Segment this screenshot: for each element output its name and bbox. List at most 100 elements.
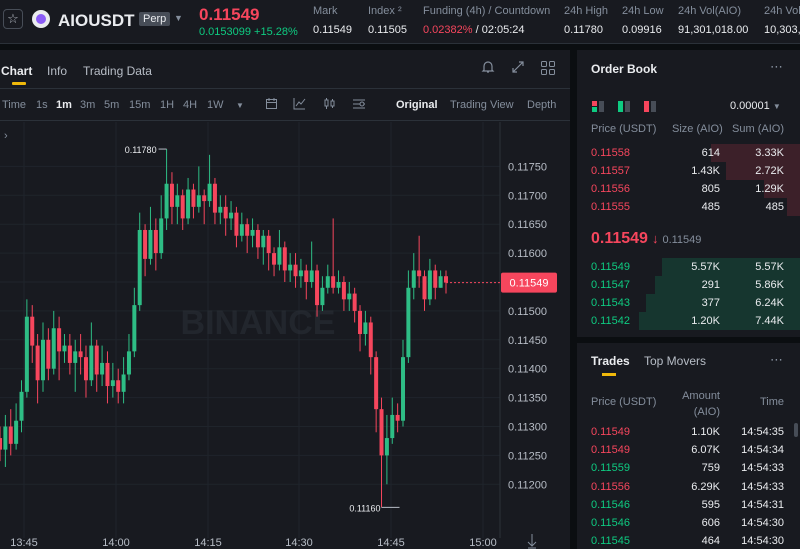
- timeframe-4h[interactable]: 4H: [183, 99, 197, 111]
- ask-row[interactable]: 0.11558 614 3.33K: [577, 144, 800, 162]
- layout-grid-icon[interactable]: [540, 60, 556, 76]
- timeframe-3m[interactable]: 3m: [80, 99, 95, 111]
- expand-icon[interactable]: [510, 60, 526, 76]
- candle-body: [164, 183, 169, 219]
- candle-body: [24, 316, 29, 392]
- candle-body: [218, 206, 223, 213]
- trade-time: 14:54:30: [741, 535, 784, 548]
- tab-trades[interactable]: Trades: [591, 354, 630, 376]
- trade-row: 0.11549 1.10K 14:54:35: [577, 423, 800, 441]
- candle-body: [148, 229, 153, 259]
- stat-label: Index ²: [368, 5, 402, 17]
- y-tick-label: 0.11250: [508, 450, 547, 462]
- precision-select[interactable]: 0.00001 ▼: [730, 100, 781, 112]
- collapse-left-chevron-icon[interactable]: ›: [4, 130, 8, 142]
- bid-row[interactable]: 0.11542 1.20K 7.44K: [577, 312, 800, 330]
- book-view-asks-icon[interactable]: [644, 101, 656, 112]
- candle-body: [315, 270, 320, 306]
- star-icon[interactable]: ☆: [3, 9, 23, 29]
- candle-body: [137, 229, 142, 306]
- candle-body: [438, 276, 443, 288]
- timeframe-more-chevron-icon[interactable]: ▼: [236, 101, 244, 110]
- order-book-title: Order Book: [591, 62, 658, 76]
- y-tick-label: 0.11600: [508, 248, 547, 260]
- chevron-down-icon[interactable]: ▼: [174, 13, 183, 23]
- candle-body: [234, 212, 239, 236]
- candle-body: [94, 345, 99, 375]
- candle-body: [223, 206, 228, 219]
- candle-body: [62, 345, 67, 352]
- bell-icon[interactable]: [480, 60, 496, 76]
- ask-price: 0.11555: [591, 201, 630, 213]
- candle-body: [390, 414, 395, 439]
- low-marker-label: 0.11160: [349, 503, 380, 513]
- indicator-line-icon[interactable]: [292, 97, 307, 112]
- ticker-bar: ☆ AIOUSDT Perp ▼ 0.11549 0.0153099 +15.2…: [0, 0, 800, 44]
- candle-body: [325, 276, 330, 288]
- candle-body: [417, 270, 422, 277]
- book-view-both-icon[interactable]: [592, 101, 604, 112]
- candle-body: [341, 282, 346, 300]
- candle-style-icon[interactable]: [322, 97, 337, 112]
- bid-row[interactable]: 0.11549 5.57K 5.57K: [577, 258, 800, 276]
- trades-scrollbar[interactable]: [794, 423, 798, 437]
- timeframe-1s[interactable]: 1s: [36, 99, 48, 111]
- trade-row: 0.11559 759 14:54:33: [577, 459, 800, 477]
- chart-settings-icon[interactable]: [351, 97, 366, 112]
- ask-row[interactable]: 0.11556 805 1.29K: [577, 180, 800, 198]
- ask-row[interactable]: 0.11555 485 485: [577, 198, 800, 216]
- y-tick-label: 0.11200: [508, 479, 547, 491]
- candle-body: [444, 276, 448, 283]
- view-depth[interactable]: Depth: [527, 99, 556, 111]
- more-options-icon[interactable]: ⋯: [770, 352, 784, 368]
- tab-info[interactable]: Info: [47, 64, 67, 78]
- stat-value: 10,303,: [764, 24, 800, 36]
- candle-body: [105, 362, 110, 387]
- tab-trading-data[interactable]: Trading Data: [83, 64, 152, 78]
- bid-row[interactable]: 0.11547 291 5.86K: [577, 276, 800, 294]
- calendar-icon[interactable]: [264, 97, 279, 112]
- stat-value: 0.09916: [622, 24, 662, 36]
- bid-size: 5.57K: [691, 261, 720, 273]
- tab-top-movers[interactable]: Top Movers: [644, 354, 706, 368]
- ask-row[interactable]: 0.11557 1.43K 2.72K: [577, 162, 800, 180]
- stat-label: 24h Low: [622, 5, 664, 17]
- timeframe-5m[interactable]: 5m: [104, 99, 119, 111]
- more-options-icon[interactable]: ⋯: [770, 59, 784, 75]
- bid-row[interactable]: 0.11543 377 6.24K: [577, 294, 800, 312]
- candle-body: [433, 270, 438, 288]
- scroll-to-latest-icon[interactable]: [527, 534, 537, 549]
- tab-chart[interactable]: Chart: [1, 64, 32, 85]
- x-tick-label: 14:30: [285, 537, 313, 549]
- book-view-bids-icon[interactable]: [618, 101, 630, 112]
- y-tick-label: 0.11750: [508, 161, 547, 173]
- candle-body: [347, 293, 352, 300]
- trade-price: 0.11559: [591, 462, 630, 475]
- trade-price: 0.11545: [591, 535, 630, 548]
- stat-24h-high: 24h High 0.11780: [564, 5, 608, 36]
- trade-row: 0.11545 464 14:54:30: [577, 532, 800, 549]
- timeframe-1h[interactable]: 1H: [160, 99, 174, 111]
- candlestick-chart[interactable]: BINANCE 0.11750 0.11700 0.11650 0.11600 0.11…: [0, 122, 570, 549]
- bid-size: 291: [701, 279, 720, 291]
- mid-price-row: 0.11549 ↓ 0.11549: [591, 230, 701, 248]
- candle-body: [212, 183, 217, 213]
- symbol-name[interactable]: AIOUSDT: [58, 11, 135, 31]
- timeframe-1w[interactable]: 1W: [207, 99, 224, 111]
- trade-price: 0.11556: [591, 480, 630, 493]
- timeframe-time[interactable]: Time: [2, 99, 26, 111]
- candle-body: [78, 351, 83, 358]
- candle-body: [422, 276, 427, 300]
- candle-body: [336, 282, 341, 288]
- timeframe-15m[interactable]: 15m: [129, 99, 150, 111]
- column-price: Price (USDT): [591, 123, 657, 135]
- ask-sum: 1.29K: [755, 183, 784, 195]
- stat-value: 0.11505: [368, 24, 407, 36]
- timeframe-1m[interactable]: 1m: [56, 99, 72, 111]
- stat-index: Index ² 0.11505: [368, 5, 407, 36]
- view-original[interactable]: Original: [396, 99, 438, 111]
- candle-body: [411, 270, 416, 288]
- trade-row: 0.11546 595 14:54:31: [577, 496, 800, 514]
- order-book-panel: Order Book ⋯ 0.00001 ▼ Price (USDT) Size…: [577, 50, 800, 337]
- view-trading-view[interactable]: Trading View: [450, 99, 514, 111]
